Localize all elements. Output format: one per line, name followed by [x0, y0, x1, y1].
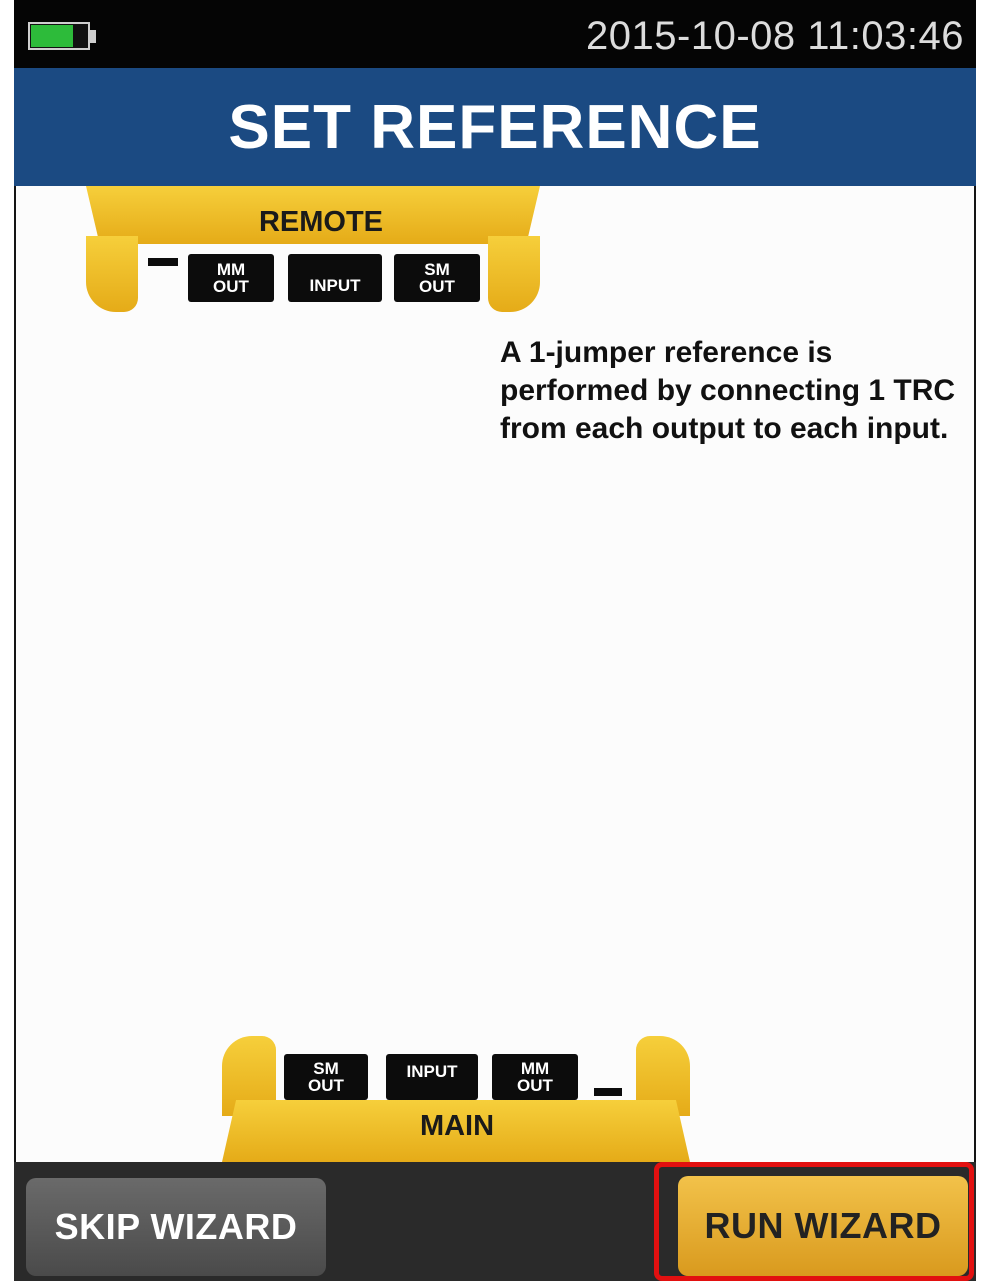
status-datetime: 2015-10-08 11:03:46: [586, 14, 964, 58]
remote-port-input: INPUT: [288, 254, 382, 302]
main-unit-label: MAIN: [419, 1110, 495, 1142]
remote-unit-label: REMOTE: [258, 206, 384, 238]
diagram-area: REMOTE MM OUT INPUT SM OUT A 1-jumper refe…: [16, 186, 974, 1162]
bottom-toolbar: SKIP WIZARD RUN WIZARD: [14, 1162, 976, 1281]
title-bar: SET REFERENCE: [14, 68, 976, 186]
remote-port-stub: [148, 258, 178, 266]
remote-unit: REMOTE MM OUT INPUT SM OUT: [86, 186, 556, 316]
main-port-stub: [594, 1088, 622, 1096]
main-unit: MAIN SM OUT INPUT MM OUT: [222, 1036, 702, 1162]
remote-port-mm-out: MM OUT: [188, 254, 274, 302]
skip-wizard-button[interactable]: SKIP WIZARD: [26, 1178, 326, 1276]
page-title: SET REFERENCE: [228, 93, 762, 162]
remote-port-sm-out: SM OUT: [394, 254, 480, 302]
run-wizard-button[interactable]: RUN WIZARD: [678, 1176, 968, 1276]
main-port-input: INPUT: [386, 1054, 478, 1100]
main-port-sm-out: SM OUT: [284, 1054, 368, 1100]
instruction-text: A 1-jumper reference is performed by con…: [500, 336, 956, 445]
main-port-mm-out: MM OUT: [492, 1054, 578, 1100]
battery-icon: [28, 22, 96, 52]
